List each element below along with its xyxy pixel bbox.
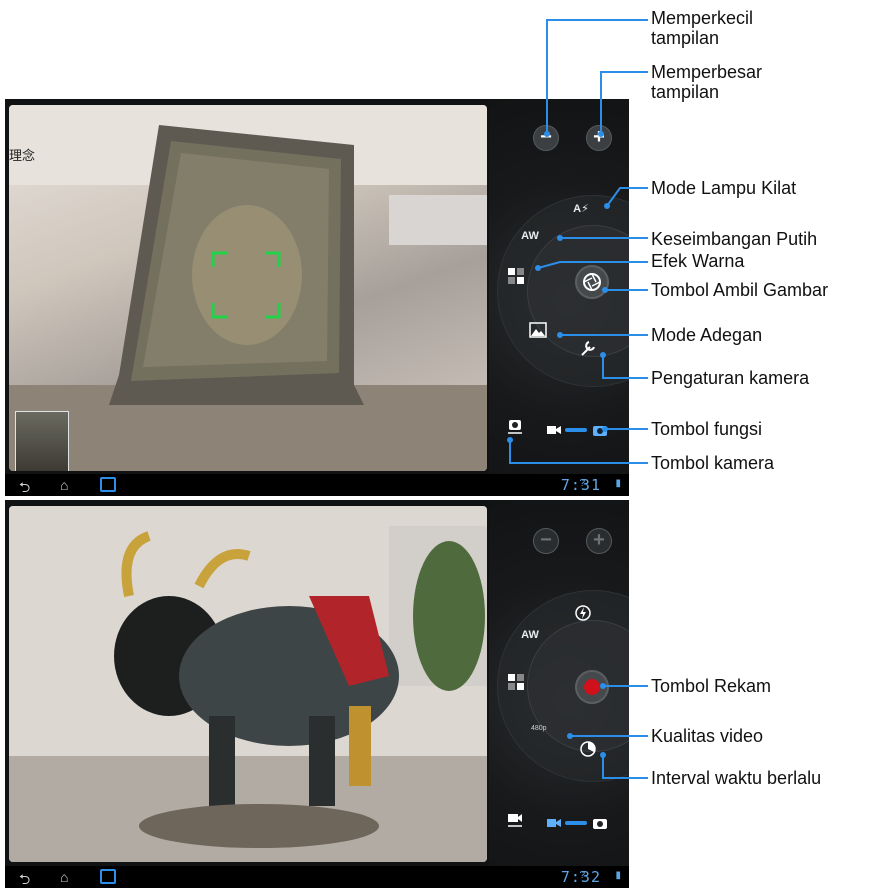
label-white-balance: Keseimbangan Putih — [651, 229, 818, 249]
label-zoom-in: Memperbesar tampilan — [651, 62, 763, 102]
label-flash-mode: Mode Lampu Kilat — [651, 178, 797, 198]
label-shutter-button: Tombol Ambil Gambar — [651, 280, 829, 300]
label-scene-mode: Mode Adegan — [651, 325, 763, 345]
label-zoom-out: Memperkecil tampilan — [651, 8, 754, 48]
label-camera-button: Tombol kamera — [651, 453, 775, 473]
label-color-effect: Efek Warna — [651, 251, 745, 271]
label-camera-settings: Pengaturan kamera — [651, 368, 810, 388]
label-time-lapse: Interval waktu berlalu — [651, 768, 822, 788]
label-function-button: Tombol fungsi — [651, 419, 763, 439]
label-video-quality: Kualitas video — [651, 726, 764, 746]
callout-lines — [507, 19, 648, 779]
label-record-button: Tombol Rekam — [651, 676, 772, 696]
